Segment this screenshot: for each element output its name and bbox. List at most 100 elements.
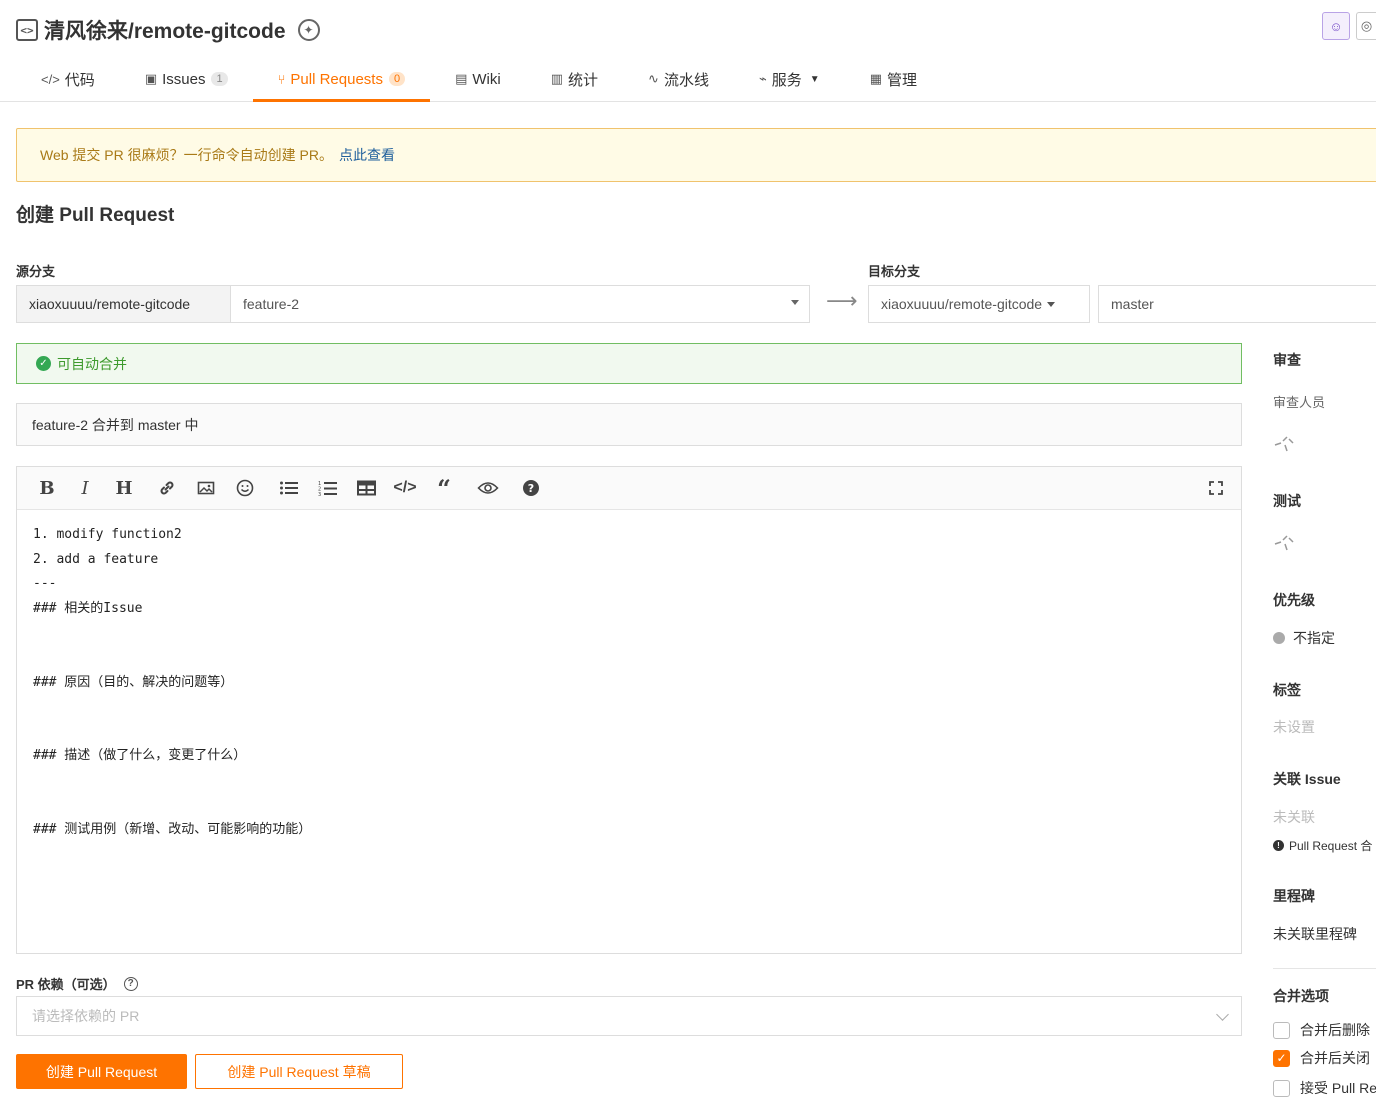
code-block-icon[interactable]: </> <box>392 476 418 500</box>
tab-wiki[interactable]: ▤ Wiki <box>430 56 526 102</box>
editor-line: ​ <box>33 695 1225 720</box>
priority-dot-icon <box>1273 632 1285 644</box>
option-close-issue[interactable]: ✓ 合并后关闭 <box>1273 1048 1370 1068</box>
editor-line: ​ <box>33 769 1225 794</box>
editor-line: ### 测试用例（新增、改动、可能影响的功能） <box>33 822 312 838</box>
tab-label: Wiki <box>472 70 501 88</box>
image-icon[interactable] <box>193 476 219 500</box>
check-circle-icon: ✓ <box>36 356 51 371</box>
add-reviewer-icon[interactable] <box>1273 433 1297 453</box>
tab-label: 流水线 <box>663 71 709 89</box>
tab-issues[interactable]: ▣ Issues 1 <box>120 56 253 102</box>
table-icon[interactable] <box>353 476 379 500</box>
emoji-icon[interactable] <box>232 476 258 500</box>
editor-line: --- <box>33 576 57 592</box>
bold-icon[interactable]: B <box>34 476 60 500</box>
tab-label: Pull Requests <box>290 70 383 88</box>
robot-icon[interactable]: ☺ <box>1322 12 1350 40</box>
tab-label: 服务 <box>771 71 802 89</box>
tab-pipeline[interactable]: ∿ 流水线 <box>623 56 734 102</box>
milestone-heading: 里程碑 <box>1273 888 1315 904</box>
arrow-right-icon: ⟶ <box>826 288 858 313</box>
bullet-list-icon[interactable] <box>276 476 302 500</box>
quote-icon[interactable]: “ <box>431 474 457 503</box>
option-label: 接受 Pull Re <box>1300 1080 1376 1096</box>
target-branch-row: xiaoxuuuu/remote-gitcode <box>868 285 1090 323</box>
tab-services[interactable]: ⌁ 服务 ▼ <box>734 56 845 102</box>
merge-status: ✓ 可自动合并 <box>16 343 1242 384</box>
source-branch-row: xiaoxuuuu/remote-gitcode feature-2 <box>16 285 810 323</box>
labels-value[interactable]: 未设置 <box>1273 717 1315 737</box>
repo-icon: <> <box>16 19 38 41</box>
priority-value[interactable]: 不指定 <box>1273 628 1335 648</box>
sidebar-divider <box>1273 968 1376 969</box>
option-label: 合并后删除 <box>1300 1022 1370 1038</box>
create-draft-pr-button[interactable]: 创建 Pull Request 草稿 <box>195 1054 403 1089</box>
pr-title-input[interactable]: feature-2 合并到 master 中 <box>16 403 1242 446</box>
ordered-list-icon[interactable]: 123 <box>315 476 341 500</box>
target-branch-field: master <box>1098 285 1376 323</box>
target-repo-value: xiaoxuuuu/remote-gitcode <box>881 296 1043 312</box>
watch-icon[interactable]: ◎ <box>1356 12 1376 40</box>
gvp-badge-icon[interactable]: ✦ <box>297 19 320 41</box>
target-branch-select[interactable]: master <box>1098 285 1376 323</box>
tab-label: 代码 <box>64 71 95 89</box>
italic-icon[interactable]: I <box>72 476 98 500</box>
dependency-label: PR 依赖（可选） ? <box>16 974 138 993</box>
issues-count: 1 <box>211 72 228 86</box>
source-branch-value: feature-2 <box>243 296 300 312</box>
repo-name[interactable]: 清风徐来/remote-gitcode <box>44 15 286 45</box>
preview-eye-icon[interactable] <box>475 476 501 500</box>
pipeline-icon: ∿ <box>648 71 659 86</box>
reviewers-label: 审查人员 <box>1273 395 1326 410</box>
checkbox[interactable] <box>1273 1021 1290 1039</box>
question-icon[interactable]: ? <box>123 976 138 991</box>
tab-pull-requests[interactable]: ⑂ Pull Requests 0 <box>252 56 431 102</box>
editor-line: ### 描述（做了什么，变更了什么） <box>33 748 247 764</box>
bar-chart-icon: ▥ <box>550 71 564 86</box>
heading-icon[interactable]: H <box>111 476 137 500</box>
editor-line: 2. add a feature <box>33 551 159 567</box>
option-accept-pr[interactable]: 接受 Pull Re <box>1273 1078 1376 1098</box>
repo-tabs: </> 代码 ▣ Issues 1 ⑂ Pull Requests 0 ▤ Wi… <box>16 56 942 102</box>
option-delete-branch[interactable]: 合并后删除 <box>1273 1020 1370 1040</box>
source-branch-select[interactable]: feature-2 <box>231 285 810 323</box>
dependency-placeholder: 请选择依赖的 PR <box>32 1008 140 1024</box>
milestone-value[interactable]: 未关联里程碑 <box>1273 924 1357 944</box>
link-icon[interactable] <box>154 476 180 500</box>
tab-stats[interactable]: ▥ 统计 <box>526 56 623 102</box>
tab-code[interactable]: </> 代码 <box>16 56 120 102</box>
dependency-select[interactable]: 请选择依赖的 PR <box>16 996 1242 1036</box>
issue-note: ! Pull Request 合 <box>1273 837 1372 854</box>
banner-text: Web 提交 PR 很麻烦？一行命令自动创建 PR。 <box>40 147 333 163</box>
chevron-down-icon <box>1216 1008 1229 1021</box>
target-repo-select[interactable]: xiaoxuuuu/remote-gitcode <box>868 285 1090 323</box>
svg-text:3: 3 <box>318 492 321 497</box>
priority-heading: 优先级 <box>1273 592 1315 608</box>
issue-value[interactable]: 未关联 <box>1273 807 1315 827</box>
pulse-icon: ⌁ <box>758 71 767 86</box>
checkbox[interactable] <box>1273 1079 1290 1097</box>
fullscreen-icon[interactable] <box>1203 476 1229 500</box>
target-branch-label: 目标分支 <box>868 264 921 279</box>
review-heading: 审查 <box>1273 352 1301 368</box>
create-pr-button[interactable]: 创建 Pull Request <box>16 1054 187 1089</box>
labels-heading: 标签 <box>1273 682 1301 698</box>
markdown-editor: B I H 123 </> “ ? 1. modify function2 2.… <box>16 466 1242 954</box>
checkbox-checked[interactable]: ✓ <box>1273 1049 1290 1067</box>
editor-textarea[interactable]: 1. modify function2 2. add a feature --- ##… <box>17 510 1241 856</box>
add-tester-icon[interactable] <box>1273 532 1297 552</box>
option-label: 合并后关闭 <box>1300 1050 1370 1066</box>
help-icon[interactable]: ? <box>518 476 544 500</box>
dropdown-caret-icon <box>1047 301 1056 307</box>
merge-options-heading: 合并选项 <box>1273 988 1329 1004</box>
manage-icon: ▦ <box>869 71 882 86</box>
tab-manage[interactable]: ▦ 管理 <box>845 56 942 102</box>
editor-line: ### 相关的Issue <box>33 600 143 616</box>
book-icon: ▤ <box>455 71 468 86</box>
editor-line: ​ <box>33 720 1225 745</box>
editor-line: ### 原因（目的、解决的问题等） <box>33 674 234 690</box>
issues-icon: ▣ <box>144 71 158 86</box>
source-branch-label: 源分支 <box>16 264 56 279</box>
banner-link[interactable]: 点此查看 <box>339 145 395 165</box>
